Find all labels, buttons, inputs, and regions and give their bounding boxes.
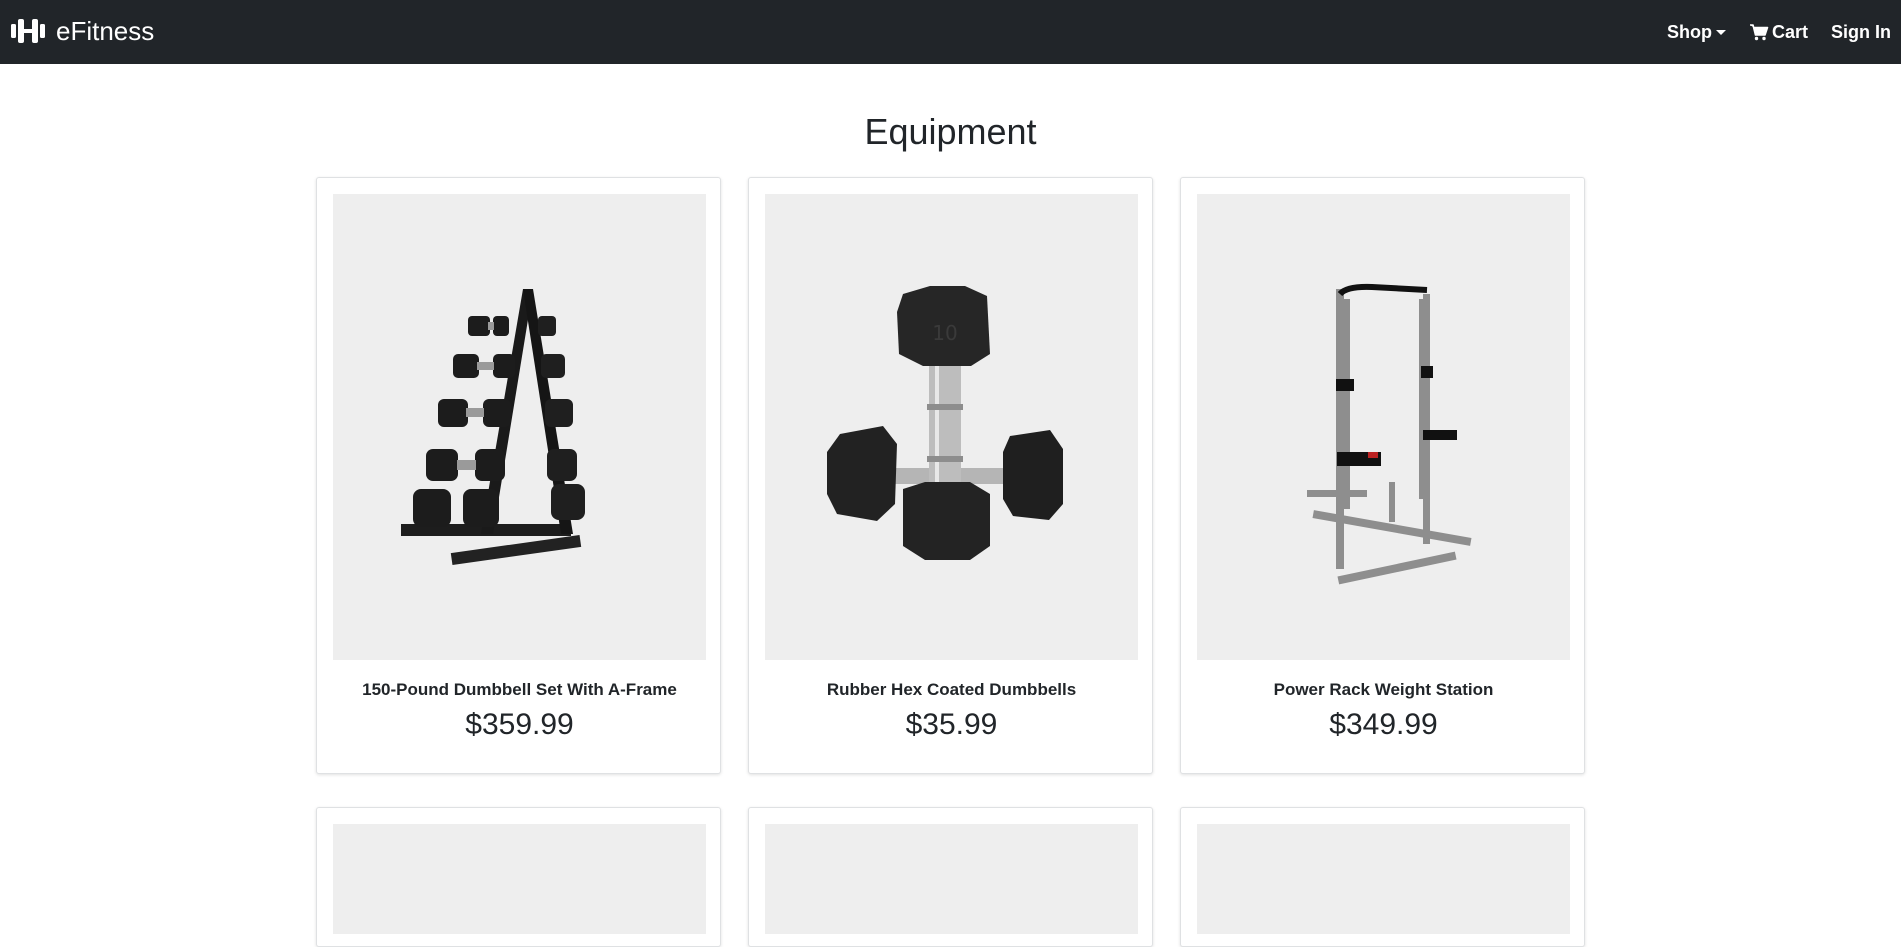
product-name: 150-Pound Dumbbell Set With A-Frame <box>362 680 677 699</box>
dumbbell-rack-image <box>333 194 706 660</box>
product-price: $359.99 <box>465 708 574 741</box>
product-image-placeholder <box>333 824 706 934</box>
cart-link[interactable]: Cart <box>1749 20 1808 44</box>
sign-in-link[interactable]: Sign In <box>1831 20 1891 44</box>
nav-links: Shop Cart Sign In <box>1644 20 1891 44</box>
product-name: Power Rack Weight Station <box>1273 680 1494 699</box>
top-navbar: eFitness Shop Cart Sign In <box>0 0 1901 64</box>
hex-dumbbells-illustration: 10 <box>827 286 1063 560</box>
product-card[interactable] <box>748 807 1153 947</box>
cart-label: Cart <box>1771 22 1808 42</box>
dumbbell-logo-icon <box>11 19 45 43</box>
shopping-cart-icon <box>1749 24 1769 41</box>
brand-link[interactable]: eFitness <box>10 14 154 48</box>
product-card[interactable] <box>1180 807 1585 947</box>
brand-name: eFitness <box>56 16 155 46</box>
product-price: $349.99 <box>1329 708 1438 741</box>
product-card[interactable]: 150-Pound Dumbbell Set With A-Frame $359… <box>316 177 721 774</box>
page-title: Equipment <box>864 111 1037 152</box>
power-rack-image <box>1197 194 1570 660</box>
hex-dumbbells-image: 10 <box>765 194 1138 660</box>
product-price: $35.99 <box>905 708 998 741</box>
power-rack-illustration <box>1307 283 1472 585</box>
shop-label: Shop <box>1666 22 1712 42</box>
dumbbell-rack-illustration <box>401 289 585 565</box>
sign-in-label: Sign In <box>1831 22 1891 42</box>
product-image-placeholder <box>1197 824 1570 934</box>
shop-dropdown[interactable]: Shop <box>1667 20 1726 44</box>
product-card[interactable]: Power Rack Weight Station $349.99 <box>1180 177 1585 774</box>
product-image-placeholder <box>765 824 1138 934</box>
caret-down-icon <box>1715 30 1726 35</box>
product-name: Rubber Hex Coated Dumbbells <box>826 680 1077 699</box>
svg-text:10: 10 <box>932 321 957 345</box>
product-card[interactable] <box>316 807 721 947</box>
product-card[interactable]: 10 Rubber Hex Coated Dumbbells $35.99 <box>748 177 1153 774</box>
